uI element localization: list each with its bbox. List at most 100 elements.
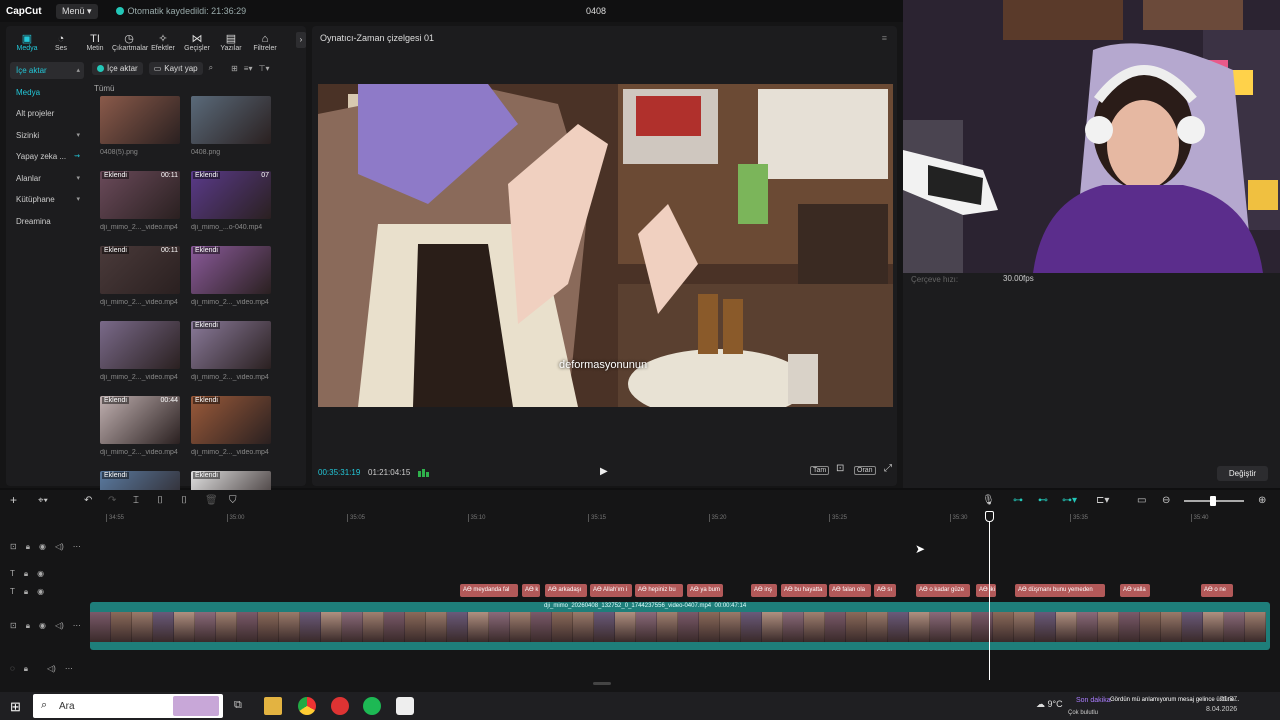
- sort-icon[interactable]: ≡▾: [244, 64, 253, 73]
- play-button[interactable]: ▶: [600, 466, 608, 477]
- record-button[interactable]: ▭ Kayıt yap: [148, 61, 203, 75]
- tab-text[interactable]: TI Metin: [78, 33, 112, 52]
- lock-icon[interactable]: 🔒︎: [24, 569, 28, 579]
- subtitle-clip[interactable]: AƟ meydanda fal: [460, 584, 518, 597]
- sidenav-media[interactable]: Medya: [10, 84, 84, 101]
- redo-icon[interactable]: ↷: [108, 495, 116, 506]
- more-icon[interactable]: ⋯: [73, 621, 81, 631]
- subtitle-clip[interactable]: AƟ bu hayatta: [781, 584, 827, 597]
- tab-stickers[interactable]: ◷ Çıkartmalar: [112, 33, 148, 52]
- full-quality-button[interactable]: Tam: [810, 466, 830, 475]
- undo-icon[interactable]: ↶: [84, 495, 92, 506]
- add-icon[interactable]: +: [10, 493, 17, 507]
- import-button[interactable]: İçe aktar: [92, 61, 143, 75]
- video-preview[interactable]: deformasyonunun: [318, 84, 893, 407]
- eye-icon[interactable]: ◉: [37, 569, 44, 579]
- media-item[interactable]: Eklendi 00:11 dji_mimo_2..._video.mp4: [100, 171, 180, 231]
- trim-left-icon[interactable]: ⌷: [157, 495, 163, 506]
- filter-icon[interactable]: ⊤▾: [258, 64, 269, 73]
- subtitle-clip[interactable]: AƟ o kadar güze: [916, 584, 970, 597]
- microphone-icon[interactable]: 🎙: [982, 495, 995, 506]
- tab-effects[interactable]: ✧ Efektler: [146, 33, 180, 52]
- tab-media[interactable]: ▣ Medya: [10, 33, 44, 52]
- shield-icon[interactable]: ⛉: [229, 495, 237, 506]
- menu-button[interactable]: Menü ▾: [56, 3, 98, 19]
- tab-filters[interactable]: ⌂ Filtreler: [248, 33, 282, 52]
- media-item[interactable]: Eklendi 00:11 dji_mimo_2..._video.mp4: [100, 246, 180, 306]
- subtitle-clip[interactable]: AƟ ya bum: [687, 584, 723, 597]
- news-badge[interactable]: Son dakika: [1076, 697, 1111, 704]
- layout-icon[interactable]: ⊏▾: [1096, 495, 1109, 506]
- tab-audio[interactable]: ◔ Ses: [44, 33, 78, 52]
- link-icon[interactable]: ⊷: [1038, 495, 1048, 506]
- playhead[interactable]: [989, 512, 990, 680]
- media-item[interactable]: 0408(5).png: [100, 96, 180, 156]
- taskbar-search[interactable]: ⌕ Ara: [33, 694, 223, 718]
- subtitle-clip[interactable]: AƟ sı: [874, 584, 896, 597]
- file-explorer-icon[interactable]: [264, 697, 282, 715]
- sidenav-yours[interactable]: Sizinki ▾: [10, 127, 84, 144]
- subtitle-clip[interactable]: AƟ inş: [751, 584, 777, 597]
- subtitle-clip[interactable]: AƟ k: [522, 584, 540, 597]
- sidenav-spaces[interactable]: Alanlar ▾: [10, 170, 84, 187]
- task-view-icon[interactable]: ⧉: [234, 699, 242, 712]
- eye-icon[interactable]: ◉: [39, 621, 46, 631]
- subtitle-clip[interactable]: AƟ düşmanı bunu yemeden: [1015, 584, 1105, 597]
- delete-icon[interactable]: 🗑: [205, 495, 218, 506]
- sidenav-library[interactable]: Kütüphane ▾: [10, 191, 84, 208]
- media-item[interactable]: Eklendi 00:44 dji_mimo_2..._video.mp4: [100, 396, 180, 456]
- subtitle-clip[interactable]: AƟ Allah'ım i: [590, 584, 632, 597]
- sidenav-subprojects[interactable]: Alt projeler: [10, 105, 84, 122]
- capcut-taskbar-icon[interactable]: [396, 697, 414, 715]
- ratio-button[interactable]: Oran: [854, 466, 876, 475]
- system-clock[interactable]: 21:37 8.04.2026: [1206, 695, 1237, 715]
- lock-icon[interactable]: 🔒︎: [24, 664, 28, 674]
- subtitle-clip[interactable]: AƟ valla: [1120, 584, 1150, 597]
- fullscreen-icon[interactable]: ⤢: [882, 463, 894, 474]
- subtitle-clip[interactable]: AƟ iki: [976, 584, 996, 597]
- volume-icon[interactable]: ◁): [55, 542, 64, 552]
- sidenav-import[interactable]: İçe aktar ▴: [10, 62, 84, 79]
- spotify-icon[interactable]: [363, 697, 381, 715]
- preview-axis-icon[interactable]: ⊶▾: [1062, 495, 1077, 506]
- tab-transitions[interactable]: ⋈ Geçişler: [180, 33, 214, 52]
- volume-icon[interactable]: ◁): [47, 664, 56, 674]
- lock-icon[interactable]: 🔒︎: [26, 542, 30, 552]
- chevron-right-icon[interactable]: ›: [296, 32, 306, 48]
- grid-view-icon[interactable]: ⊞: [231, 64, 238, 73]
- media-item[interactable]: Eklendi dji_mimo_2..._video.mp4: [191, 246, 271, 306]
- magnet-icon[interactable]: ⊶: [1013, 495, 1023, 506]
- trim-right-icon[interactable]: ⌷: [181, 495, 187, 506]
- media-item[interactable]: dji_mimo_2..._video.mp4: [100, 321, 180, 381]
- media-item[interactable]: Eklendi 07 dji_mimo_...o-040.mp4: [191, 171, 271, 231]
- track-visibility-icon[interactable]: ⊡: [10, 542, 17, 552]
- zoom-in-icon[interactable]: ⊕: [1258, 495, 1266, 506]
- lock-icon[interactable]: 🔒︎: [24, 587, 28, 597]
- tab-captions[interactable]: ▤ Yazılar: [214, 33, 248, 52]
- windows-start-icon[interactable]: ⊞: [10, 699, 21, 715]
- time-ruler[interactable]: 34:55 35:00 35:05 35:10 35:15 35:20 35:25 35:30…: [90, 514, 1280, 526]
- sidenav-dreamina[interactable]: Dreamina: [10, 213, 84, 230]
- media-item[interactable]: Eklendi dji_mimo_2..._video.mp4: [191, 396, 271, 456]
- media-item[interactable]: Eklendi dji_mimo_2..._video.mp4: [191, 321, 271, 381]
- split-icon[interactable]: ⌶: [133, 495, 139, 506]
- search-icon[interactable]: ⌕: [209, 63, 213, 73]
- eye-icon[interactable]: ◉: [37, 587, 44, 597]
- lock-icon[interactable]: 🔒︎: [26, 621, 30, 631]
- more-icon[interactable]: ⋯: [65, 664, 73, 674]
- record-app-icon[interactable]: [331, 697, 349, 715]
- subtitle-clip[interactable]: AƟ falan ola: [829, 584, 871, 597]
- eye-icon[interactable]: ◉: [39, 542, 46, 552]
- track-visibility-icon[interactable]: ⊡: [10, 621, 17, 631]
- change-button[interactable]: Değiştir: [1216, 466, 1268, 481]
- subtitle-clip[interactable]: AƟ arkadaşı: [545, 584, 587, 597]
- video-clip[interactable]: dji_mimo_20260408_132752_0_1744237556_vi…: [90, 602, 1270, 650]
- sidenav-ai[interactable]: Yapay zeka ... ⇝: [10, 148, 84, 165]
- playhead-handle[interactable]: [985, 511, 994, 522]
- subtitle-clip[interactable]: AƟ hepiniz bu: [635, 584, 683, 597]
- subtitle-clip[interactable]: AƟ o ne: [1201, 584, 1233, 597]
- caption-toggle-icon[interactable]: ▭: [1137, 495, 1146, 506]
- more-icon[interactable]: ⋯: [73, 542, 81, 552]
- zoom-out-icon[interactable]: ⊖: [1162, 495, 1170, 506]
- volume-icon[interactable]: ◁): [55, 621, 64, 631]
